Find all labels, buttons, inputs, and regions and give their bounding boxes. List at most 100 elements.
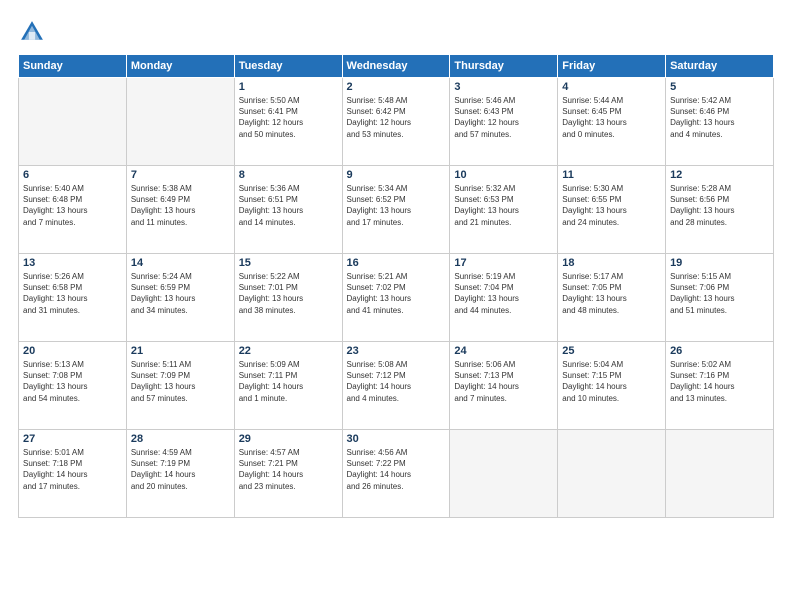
calendar-cell: 3 Sunrise: 5:46 AM Sunset: 6:43 PM Daylig… [450, 78, 558, 166]
cell-info: Sunrise: 5:42 AM Sunset: 6:46 PM Dayligh… [670, 95, 769, 140]
calendar-cell: 17Sunrise: 5:19 AM Sunset: 7:04 PM Dayli… [450, 254, 558, 342]
day-number: 4 [562, 81, 661, 93]
day-number: 29 [239, 433, 338, 445]
calendar-day-header: Sunday [19, 55, 127, 78]
cell-info: Sunrise: 4:59 AM Sunset: 7:19 PM Dayligh… [131, 447, 230, 492]
calendar-cell: 22 Sunrise: 5:09 AM Sunset: 7:11 PM Dayli… [234, 342, 342, 430]
day-number: 22 [239, 345, 338, 357]
calendar-cell: 11Sunrise: 5:30 AM Sunset: 6:55 PM Dayli… [558, 166, 666, 254]
day-number: 3 [454, 81, 553, 93]
cell-info: Sunrise: 5:38 AM Sunset: 6:49 PM Dayligh… [131, 183, 230, 228]
cell-info: Sunrise: 5:36 AM Sunset: 6:51 PM Dayligh… [239, 183, 338, 228]
day-number: 10 [454, 169, 553, 181]
calendar-cell: 19 Sunrise: 5:15 AM Sunset: 7:06 PM Dayli… [666, 254, 774, 342]
calendar-cell: 16Sunrise: 5:21 AM Sunset: 7:02 PM Dayli… [342, 254, 450, 342]
day-number: 17 [454, 257, 553, 269]
calendar-cell: 30 Sunrise: 4:56 AM Sunset: 7:22 PM Dayli… [342, 430, 450, 518]
day-number: 23 [347, 345, 446, 357]
page: SundayMondayTuesdayWednesdayThursdayFrid… [0, 0, 792, 612]
day-number: 2 [347, 81, 446, 93]
cell-info: Sunrise: 5:15 AM Sunset: 7:06 PM Dayligh… [670, 271, 769, 316]
day-number: 7 [131, 169, 230, 181]
calendar-cell [126, 78, 234, 166]
logo-icon [18, 18, 46, 46]
calendar-week-row: 6 Sunrise: 5:40 AM Sunset: 6:48 PM Daylig… [19, 166, 774, 254]
calendar-cell: 6 Sunrise: 5:40 AM Sunset: 6:48 PM Daylig… [19, 166, 127, 254]
calendar-cell: 28 Sunrise: 4:59 AM Sunset: 7:19 PM Dayli… [126, 430, 234, 518]
cell-info: Sunrise: 5:06 AM Sunset: 7:13 PM Dayligh… [454, 359, 553, 404]
cell-info: Sunrise: 5:08 AM Sunset: 7:12 PM Dayligh… [347, 359, 446, 404]
calendar-cell: 8 Sunrise: 5:36 AM Sunset: 6:51 PM Daylig… [234, 166, 342, 254]
calendar-cell: 4 Sunrise: 5:44 AM Sunset: 6:45 PM Daylig… [558, 78, 666, 166]
calendar-cell: 26Sunrise: 5:02 AM Sunset: 7:16 PM Dayli… [666, 342, 774, 430]
day-number: 15 [239, 257, 338, 269]
cell-info: Sunrise: 5:04 AM Sunset: 7:15 PM Dayligh… [562, 359, 661, 404]
day-number: 24 [454, 345, 553, 357]
day-number: 21 [131, 345, 230, 357]
cell-info: Sunrise: 5:02 AM Sunset: 7:16 PM Dayligh… [670, 359, 769, 404]
cell-info: Sunrise: 5:13 AM Sunset: 7:08 PM Dayligh… [23, 359, 122, 404]
calendar-cell [450, 430, 558, 518]
cell-info: Sunrise: 5:28 AM Sunset: 6:56 PM Dayligh… [670, 183, 769, 228]
day-number: 28 [131, 433, 230, 445]
calendar-cell: 25 Sunrise: 5:04 AM Sunset: 7:15 PM Dayli… [558, 342, 666, 430]
calendar-cell: 21 Sunrise: 5:11 AM Sunset: 7:09 PM Dayli… [126, 342, 234, 430]
calendar-cell: 27 Sunrise: 5:01 AM Sunset: 7:18 PM Dayli… [19, 430, 127, 518]
calendar-week-row: 27 Sunrise: 5:01 AM Sunset: 7:18 PM Dayli… [19, 430, 774, 518]
calendar-cell: 12 Sunrise: 5:28 AM Sunset: 6:56 PM Dayli… [666, 166, 774, 254]
day-number: 8 [239, 169, 338, 181]
calendar-header-row: SundayMondayTuesdayWednesdayThursdayFrid… [19, 55, 774, 78]
cell-info: Sunrise: 5:32 AM Sunset: 6:53 PM Dayligh… [454, 183, 553, 228]
cell-info: Sunrise: 5:17 AM Sunset: 7:05 PM Dayligh… [562, 271, 661, 316]
calendar-cell: 18 Sunrise: 5:17 AM Sunset: 7:05 PM Dayli… [558, 254, 666, 342]
logo [18, 18, 50, 46]
cell-info: Sunrise: 5:11 AM Sunset: 7:09 PM Dayligh… [131, 359, 230, 404]
cell-info: Sunrise: 5:21 AM Sunset: 7:02 PM Dayligh… [347, 271, 446, 316]
cell-info: Sunrise: 5:30 AM Sunset: 6:55 PM Dayligh… [562, 183, 661, 228]
calendar-day-header: Wednesday [342, 55, 450, 78]
calendar-cell: 24 Sunrise: 5:06 AM Sunset: 7:13 PM Dayli… [450, 342, 558, 430]
calendar-cell: 9 Sunrise: 5:34 AM Sunset: 6:52 PM Daylig… [342, 166, 450, 254]
calendar-cell: 20 Sunrise: 5:13 AM Sunset: 7:08 PM Dayli… [19, 342, 127, 430]
calendar-cell [19, 78, 127, 166]
cell-info: Sunrise: 5:40 AM Sunset: 6:48 PM Dayligh… [23, 183, 122, 228]
day-number: 1 [239, 81, 338, 93]
calendar-week-row: 1 Sunrise: 5:50 AM Sunset: 6:41 PM Daylig… [19, 78, 774, 166]
day-number: 14 [131, 257, 230, 269]
cell-info: Sunrise: 5:22 AM Sunset: 7:01 PM Dayligh… [239, 271, 338, 316]
day-number: 27 [23, 433, 122, 445]
cell-info: Sunrise: 4:57 AM Sunset: 7:21 PM Dayligh… [239, 447, 338, 492]
calendar-cell: 1 Sunrise: 5:50 AM Sunset: 6:41 PM Daylig… [234, 78, 342, 166]
day-number: 20 [23, 345, 122, 357]
cell-info: Sunrise: 5:24 AM Sunset: 6:59 PM Dayligh… [131, 271, 230, 316]
cell-info: Sunrise: 5:50 AM Sunset: 6:41 PM Dayligh… [239, 95, 338, 140]
day-number: 30 [347, 433, 446, 445]
calendar-cell: 10 Sunrise: 5:32 AM Sunset: 6:53 PM Dayli… [450, 166, 558, 254]
day-number: 12 [670, 169, 769, 181]
day-number: 25 [562, 345, 661, 357]
cell-info: Sunrise: 5:48 AM Sunset: 6:42 PM Dayligh… [347, 95, 446, 140]
day-number: 6 [23, 169, 122, 181]
calendar-cell [558, 430, 666, 518]
calendar-cell [666, 430, 774, 518]
calendar-day-header: Thursday [450, 55, 558, 78]
day-number: 9 [347, 169, 446, 181]
calendar-cell: 15 Sunrise: 5:22 AM Sunset: 7:01 PM Dayli… [234, 254, 342, 342]
calendar-day-header: Tuesday [234, 55, 342, 78]
calendar-week-row: 13Sunrise: 5:26 AM Sunset: 6:58 PM Dayli… [19, 254, 774, 342]
calendar-week-row: 20 Sunrise: 5:13 AM Sunset: 7:08 PM Dayli… [19, 342, 774, 430]
calendar-cell: 29 Sunrise: 4:57 AM Sunset: 7:21 PM Dayli… [234, 430, 342, 518]
calendar-day-header: Friday [558, 55, 666, 78]
day-number: 18 [562, 257, 661, 269]
calendar-cell: 23 Sunrise: 5:08 AM Sunset: 7:12 PM Dayli… [342, 342, 450, 430]
cell-info: Sunrise: 5:09 AM Sunset: 7:11 PM Dayligh… [239, 359, 338, 404]
cell-info: Sunrise: 5:46 AM Sunset: 6:43 PM Dayligh… [454, 95, 553, 140]
cell-info: Sunrise: 4:56 AM Sunset: 7:22 PM Dayligh… [347, 447, 446, 492]
calendar-cell: 5Sunrise: 5:42 AM Sunset: 6:46 PM Daylig… [666, 78, 774, 166]
calendar: SundayMondayTuesdayWednesdayThursdayFrid… [18, 54, 774, 518]
header [18, 18, 774, 46]
cell-info: Sunrise: 5:44 AM Sunset: 6:45 PM Dayligh… [562, 95, 661, 140]
cell-info: Sunrise: 5:34 AM Sunset: 6:52 PM Dayligh… [347, 183, 446, 228]
day-number: 19 [670, 257, 769, 269]
cell-info: Sunrise: 5:01 AM Sunset: 7:18 PM Dayligh… [23, 447, 122, 492]
